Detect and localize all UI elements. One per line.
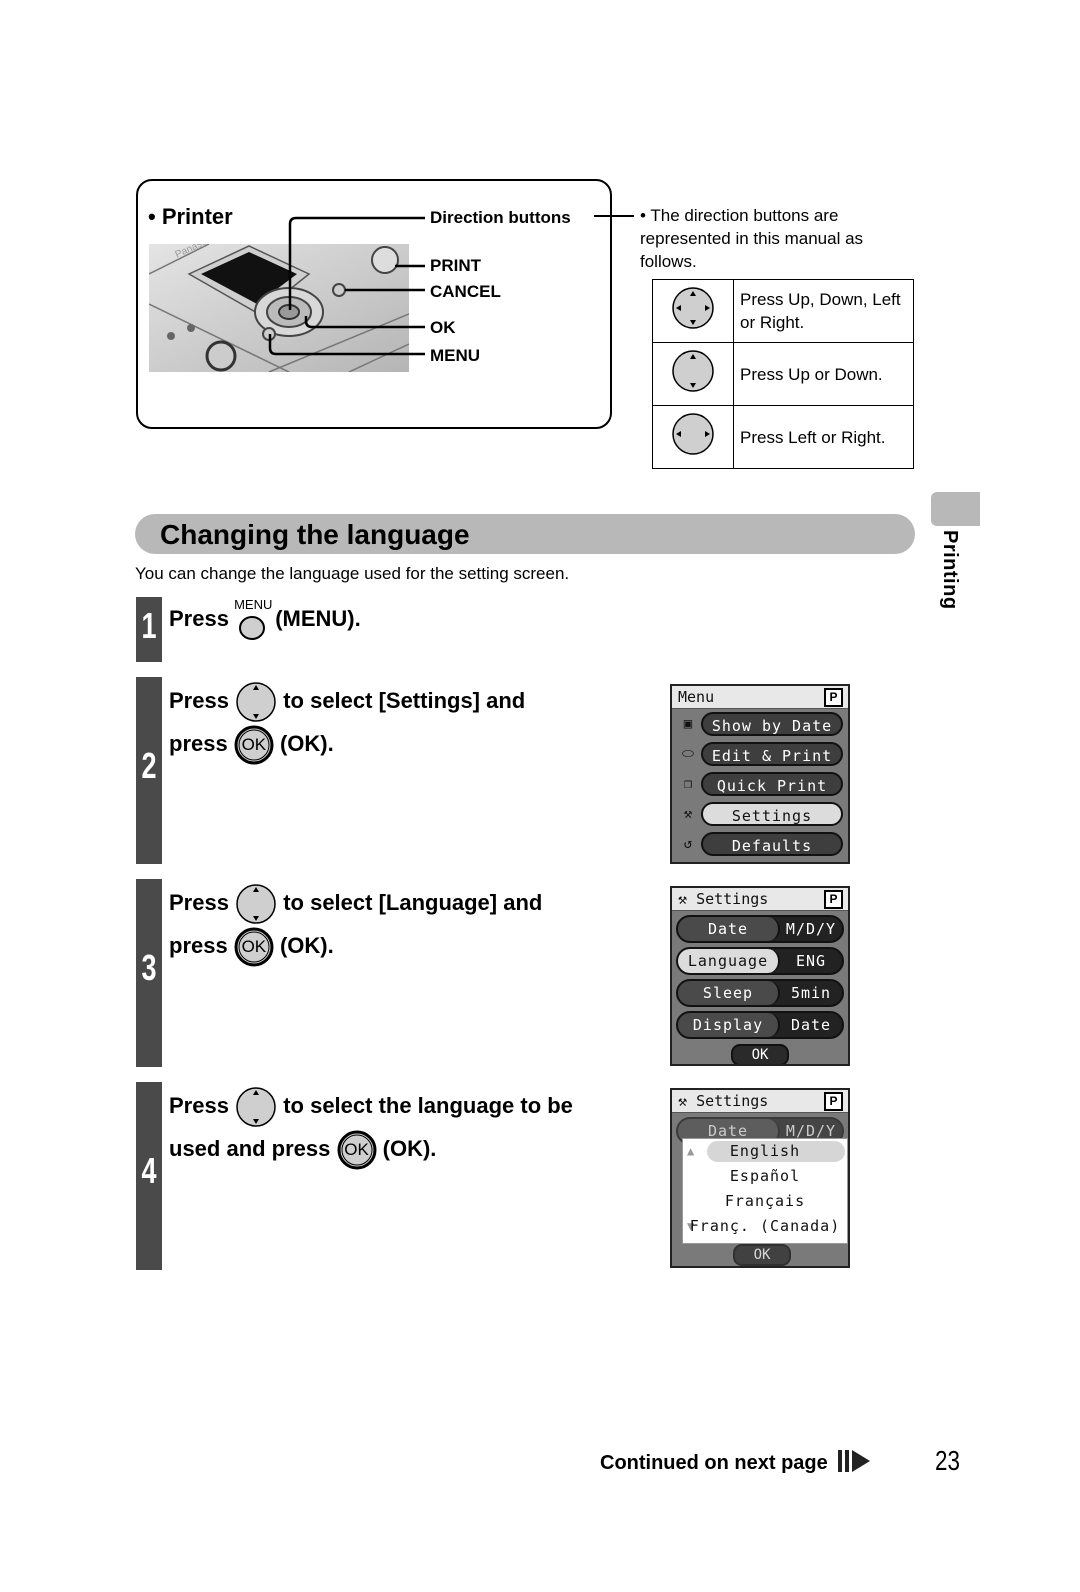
dpad-updown-icon: [236, 682, 276, 722]
p-badge-icon: P: [824, 688, 843, 707]
screen-title: Menu: [678, 688, 715, 706]
tools-icon: ⚒: [678, 1092, 688, 1110]
p-badge-icon: P: [824, 890, 843, 909]
ok-button-icon: OK: [234, 927, 274, 967]
step-2-instruction: Press to select [Settings] and press OK …: [169, 680, 525, 765]
step-number: 1: [141, 605, 157, 646]
dpad-updown-icon: [672, 350, 714, 392]
chapter-tab: [931, 492, 980, 526]
dpad-leftright-icon: [672, 413, 714, 455]
callout-ok: OK: [430, 318, 456, 337]
menu-item-defaults[interactable]: ↺ Defaults: [672, 829, 848, 859]
language-dropdown[interactable]: ▲ English Español Français ▼ Franç. (Can…: [682, 1138, 848, 1244]
continued-notice: Continued on next page: [600, 1449, 873, 1475]
dpad-updown-icon: [236, 1087, 276, 1127]
direction-legend-table: Press Up, Down, Left or Right. Press Up …: [652, 279, 914, 469]
callout-menu: MENU: [430, 346, 481, 365]
legend-row: Press Up or Down.: [652, 342, 914, 406]
step-4-marker: 4: [136, 1082, 162, 1270]
step-number: 4: [141, 1150, 157, 1191]
page-number: 23: [935, 1445, 960, 1476]
menu-item-edit-print[interactable]: ⬭ Edit & Print: [672, 739, 848, 769]
tools-icon: ⚒: [678, 890, 688, 908]
dpad-4way-icon: [672, 287, 714, 329]
tools-icon: ⚒: [683, 806, 693, 822]
edit-oval-icon: ⬭: [682, 746, 694, 762]
p-badge-icon: P: [824, 1092, 843, 1111]
lcd-ok-button[interactable]: OK: [733, 1244, 791, 1266]
screen-title: Settings: [696, 1092, 769, 1110]
legend-text: Press Up or Down.: [733, 342, 914, 406]
menu-item-settings[interactable]: ⚒ Settings: [672, 799, 848, 829]
legend-row: Press Left or Right.: [652, 405, 914, 469]
step-number: 3: [141, 947, 157, 988]
lcd-menu-screen: Menu P ▣ Show by Date ⬭ Edit & Print ❐ Q…: [670, 684, 850, 864]
setting-row-language[interactable]: Language ENG: [676, 947, 844, 975]
setting-row-display-by[interactable]: Display by Date: [676, 1011, 844, 1039]
language-option-francais-canada[interactable]: ▼ Franç. (Canada): [683, 1214, 847, 1239]
section-intro: You can change the language used for the…: [135, 564, 570, 583]
step-4-instruction: Press to select the language to be used …: [169, 1085, 573, 1170]
lcd-ok-button[interactable]: OK: [731, 1044, 789, 1064]
reset-arrow-icon: ↺: [683, 836, 693, 852]
calendar-photos-icon: ▣: [683, 716, 693, 732]
step-number: 2: [141, 745, 157, 786]
ok-button-icon: OK: [234, 725, 274, 765]
legend-text: Press Up, Down, Left or Right.: [733, 279, 914, 343]
setting-row-sleep[interactable]: Sleep 5min: [676, 979, 844, 1007]
chapter-tab-label: Printing: [939, 530, 961, 610]
language-option-francais[interactable]: Français: [683, 1189, 847, 1214]
lcd-settings-screen: ⚒ Settings P Date M/D/Y Language ENG Sle…: [670, 886, 850, 1066]
dpad-updown-icon: [236, 884, 276, 924]
continue-arrow-icon: [838, 1450, 871, 1472]
menu-item-show-by-date[interactable]: ▣ Show by Date: [672, 709, 848, 739]
language-option-espanol[interactable]: Español: [683, 1164, 847, 1189]
step-3-marker: 3: [136, 879, 162, 1067]
scroll-up-icon[interactable]: ▲: [687, 1139, 695, 1164]
callout-print: PRINT: [430, 256, 481, 275]
setting-row-date[interactable]: Date M/D/Y: [676, 915, 844, 943]
callout-cancel: CANCEL: [430, 282, 501, 301]
lcd-language-screen: ⚒ Settings P Date M/D/Y ▲ English Españo…: [670, 1088, 850, 1268]
direction-buttons-note: • The direction buttons are represented …: [640, 206, 864, 271]
legend-row: Press Up, Down, Left or Right.: [652, 279, 914, 343]
step-2-marker: 2: [136, 677, 162, 864]
step-1-instruction: Press MENU (MENU).: [169, 598, 361, 641]
step-1-marker: 1: [136, 597, 162, 662]
screen-title: Settings: [696, 890, 769, 908]
legend-text: Press Left or Right.: [733, 405, 914, 469]
menu-item-quick-print[interactable]: ❐ Quick Print: [672, 769, 848, 799]
language-option-english[interactable]: ▲ English: [683, 1139, 847, 1164]
step-3-instruction: Press to select [Language] and press OK …: [169, 882, 542, 967]
menu-button-icon: MENU: [234, 598, 272, 641]
section-title: Changing the language: [160, 519, 470, 550]
callout-direction-buttons: Direction buttons: [430, 208, 571, 227]
stacked-photos-icon: ❐: [683, 776, 693, 792]
ok-button-icon: OK: [337, 1130, 377, 1170]
